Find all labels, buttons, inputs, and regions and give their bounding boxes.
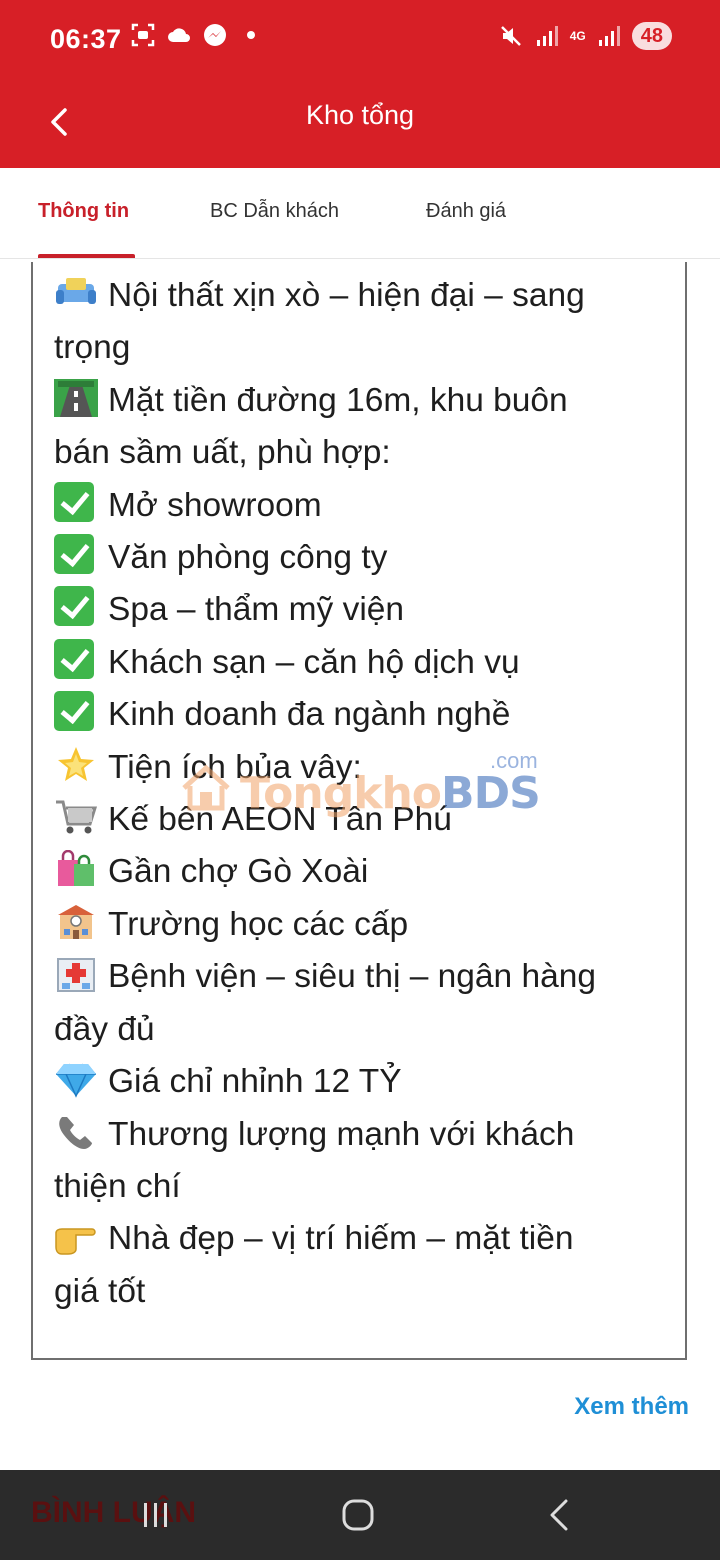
messenger-icon bbox=[204, 24, 226, 46]
hospital-icon bbox=[57, 958, 95, 993]
sofa-icon bbox=[56, 278, 96, 304]
battery-level: 48 bbox=[631, 22, 672, 50]
check-icon bbox=[54, 586, 94, 627]
school-icon bbox=[58, 904, 94, 939]
page-title: Kho tổng bbox=[305, 100, 415, 130]
list-item: Trường học các cấp bbox=[54, 899, 684, 951]
diamond-icon bbox=[56, 1063, 96, 1098]
shopping-cart-icon bbox=[56, 800, 98, 834]
system-back-button[interactable] bbox=[530, 1492, 590, 1538]
list-item: giá tốt bbox=[54, 1272, 146, 1310]
app-bar: Kho tổng bbox=[0, 82, 720, 168]
home-icon bbox=[342, 1499, 374, 1531]
list-item: Mặt tiền đường 16m, khu buôn bbox=[54, 375, 684, 427]
description-box: Nội thất xịn xò – hiện đại – sang trọng … bbox=[31, 262, 687, 1360]
screenshot-icon bbox=[131, 23, 155, 47]
list-item: thiện chí bbox=[54, 1167, 181, 1205]
list-item: Bệnh viện – siêu thị – ngân hàng bbox=[54, 951, 684, 1003]
list-item: trọng bbox=[54, 329, 131, 367]
list-item: Tiện ích bủa vây: bbox=[54, 742, 684, 794]
dot-icon bbox=[247, 31, 255, 39]
mute-icon bbox=[500, 26, 521, 46]
check-icon bbox=[54, 534, 94, 575]
phone-icon bbox=[59, 1116, 92, 1149]
list-item: Nhà đẹp – vị trí hiếm – mặt tiền bbox=[54, 1213, 684, 1265]
description-text: Nội thất xịn xò – hiện đại – sang trọng … bbox=[54, 270, 684, 1318]
list-item: đầy đủ bbox=[54, 1010, 155, 1048]
list-item: Khách sạn – căn hộ dịch vụ bbox=[54, 637, 684, 689]
list-item: Giá chỉ nhỉnh 12 TỶ bbox=[54, 1056, 684, 1108]
check-icon bbox=[54, 481, 94, 522]
recent-apps-icon bbox=[144, 1503, 167, 1527]
shopping-bags-icon bbox=[58, 850, 94, 887]
list-item: Kinh doanh đa ngành nghề bbox=[54, 689, 684, 741]
road-icon bbox=[54, 378, 98, 417]
cloud-icon bbox=[168, 28, 190, 42]
home-button[interactable] bbox=[328, 1492, 388, 1538]
list-item: Spa – thẩm mỹ viện bbox=[54, 584, 684, 636]
pointing-hand-icon bbox=[55, 1228, 96, 1256]
app-header: 06:37 4G 48 Kho tổng bbox=[0, 0, 720, 168]
active-tab-indicator bbox=[38, 254, 135, 258]
list-item: Văn phòng công ty bbox=[54, 532, 684, 584]
tab-danh-gia[interactable]: Đánh giá bbox=[426, 200, 506, 223]
system-nav-bar: BÌNH LUẬN bbox=[0, 1470, 720, 1560]
list-item: Thương lượng mạnh với khách bbox=[54, 1109, 684, 1161]
network-type: 4G bbox=[569, 29, 586, 43]
status-time: 06:37 bbox=[50, 24, 122, 54]
check-icon bbox=[54, 691, 94, 732]
list-item: bán sầm uất, phù hợp: bbox=[54, 434, 391, 472]
status-bar: 06:37 4G 48 bbox=[0, 0, 720, 82]
tab-thong-tin[interactable]: Thông tin bbox=[38, 200, 129, 223]
list-item: Mở showroom bbox=[54, 480, 684, 532]
recent-apps-button[interactable] bbox=[126, 1492, 186, 1538]
chevron-left-icon bbox=[550, 1499, 568, 1531]
list-item: Nội thất xịn xò – hiện đại – sang bbox=[54, 270, 684, 322]
list-item: Kế bên AEON Tân Phú bbox=[54, 794, 684, 846]
list-item: Gần chợ Gò Xoài bbox=[54, 846, 684, 898]
signal-icon-2 bbox=[598, 26, 620, 46]
tab-bc-dan-khach[interactable]: BC Dẫn khách bbox=[210, 200, 339, 223]
signal-icon bbox=[536, 26, 558, 46]
see-more-link[interactable]: Xem thêm bbox=[574, 1393, 689, 1421]
sparkle-star-icon bbox=[58, 746, 94, 781]
tab-bar: Thông tin BC Dẫn khách Đánh giá bbox=[0, 168, 720, 259]
check-icon bbox=[54, 638, 94, 679]
